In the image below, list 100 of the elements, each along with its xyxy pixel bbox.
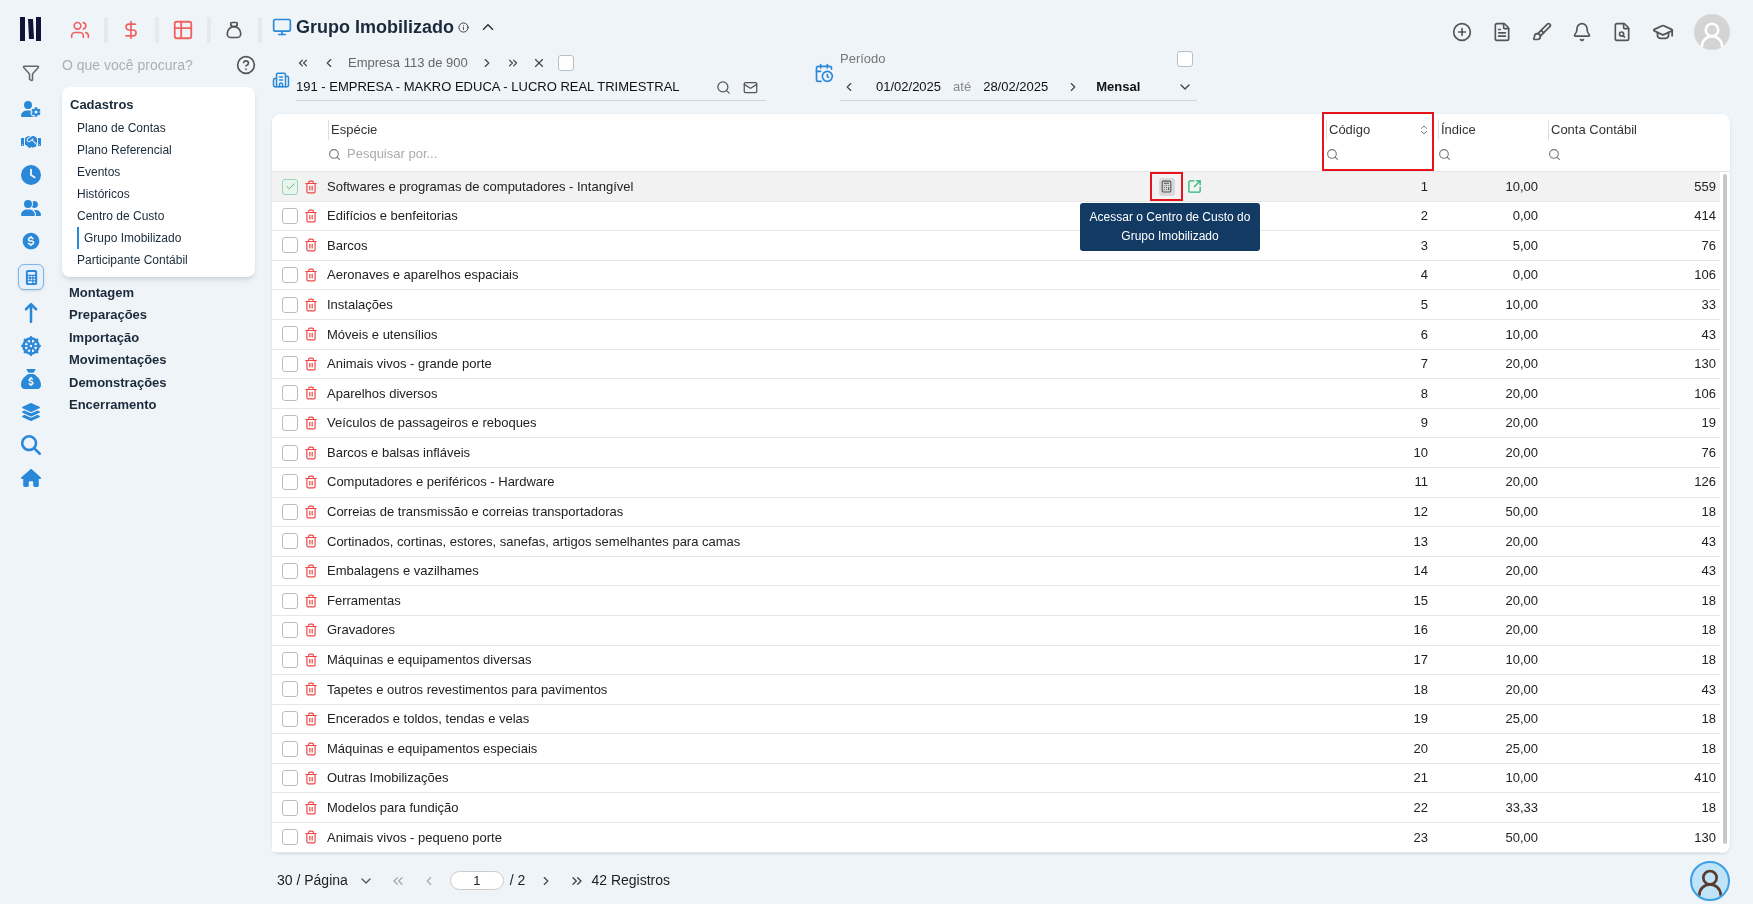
wheel-icon[interactable] — [21, 336, 41, 356]
column-header[interactable]: Espécie Pesquisar por... — [324, 114, 1322, 171]
row-checkbox[interactable] — [282, 711, 298, 727]
dollar-icon[interactable] — [21, 231, 41, 251]
menu-item[interactable]: Centro de Custo — [77, 205, 255, 227]
delete-icon[interactable] — [304, 800, 318, 815]
row-checkbox[interactable] — [282, 592, 298, 609]
search-icon[interactable] — [1326, 147, 1339, 161]
frequency-select[interactable]: Mensal — [1096, 77, 1141, 97]
add-icon[interactable] — [1452, 22, 1472, 42]
info-icon[interactable] — [458, 21, 469, 33]
period-checkbox[interactable] — [1177, 51, 1193, 67]
row-checkbox[interactable] — [282, 681, 298, 698]
delete-icon[interactable] — [304, 504, 318, 519]
brush-icon[interactable] — [1532, 22, 1552, 42]
table-row[interactable]: Modelos para fundição 22 33,33 18 — [272, 793, 1720, 824]
menu-group[interactable]: Importação — [62, 326, 262, 349]
column-search-field[interactable]: Pesquisar por... — [347, 144, 647, 164]
menu-item[interactable]: Grupo Imobilizado — [77, 227, 255, 249]
menu-group[interactable]: Demonstrações — [62, 371, 262, 394]
row-checkbox[interactable] — [282, 385, 298, 402]
table-row[interactable]: Barcos e balsas infláveis 10 20,00 76 — [272, 438, 1720, 468]
company-checkbox[interactable] — [557, 55, 574, 71]
assistant-avatar[interactable] — [1690, 860, 1730, 901]
row-checkbox[interactable] — [282, 770, 298, 787]
row-checkbox[interactable] — [282, 237, 298, 254]
menu-item[interactable]: Plano Referencial — [77, 139, 255, 161]
row-checkbox[interactable] — [282, 503, 298, 520]
column-header[interactable]: Índice — [1434, 114, 1544, 171]
document-icon[interactable] — [1492, 22, 1512, 42]
table-row[interactable]: Animais vivos - pequeno porte 23 50,00 130 — [272, 823, 1720, 853]
delete-icon[interactable] — [304, 830, 318, 845]
delete-icon[interactable] — [304, 564, 318, 578]
table-row[interactable]: Instalações 5 10,00 33 — [272, 290, 1720, 320]
menu-group[interactable]: Movimentações — [62, 348, 262, 371]
row-checkbox[interactable] — [282, 829, 298, 846]
table-row[interactable]: Computadores e periféricos - Hardware 11 20,00 126 — [272, 467, 1720, 498]
delete-icon[interactable] — [304, 179, 318, 194]
mail-icon[interactable] — [743, 79, 758, 95]
money-bag-icon[interactable] — [21, 369, 41, 389]
delete-icon[interactable] — [304, 623, 318, 638]
delete-icon[interactable] — [304, 297, 318, 312]
page-field[interactable]: 1 — [449, 871, 504, 891]
row-checkbox[interactable] — [282, 415, 298, 432]
menu-item[interactable]: Eventos — [77, 161, 255, 183]
clock-icon[interactable] — [21, 165, 41, 185]
delete-icon[interactable] — [304, 593, 318, 608]
calculator-button[interactable] — [1150, 172, 1183, 201]
table-row[interactable]: Correias de transmissão e correias transportadoras 12 50,00 18 — [272, 497, 1720, 528]
search-icon[interactable] — [21, 435, 41, 455]
search-icon[interactable] — [328, 147, 341, 161]
delete-icon[interactable] — [304, 208, 318, 223]
users-icon[interactable] — [21, 198, 41, 218]
table-row[interactable]: Gravadores 16 20,00 18 — [272, 615, 1720, 646]
menu-item[interactable]: Históricos — [77, 183, 255, 205]
delete-icon[interactable] — [304, 238, 318, 253]
table-row[interactable]: Móveis e utensílios 6 10,00 43 — [272, 319, 1720, 350]
delete-icon[interactable] — [304, 356, 318, 371]
row-checkbox[interactable] — [282, 563, 298, 579]
row-checkbox[interactable] — [282, 355, 298, 372]
column-header[interactable]: Código — [1322, 112, 1434, 171]
column-header[interactable]: Conta Contábil — [1544, 114, 1720, 171]
delete-icon[interactable] — [304, 534, 318, 549]
row-checkbox[interactable] — [282, 178, 298, 195]
row-checkbox[interactable] — [282, 799, 298, 816]
end-date[interactable]: 28/02/2025 — [983, 77, 1049, 97]
delete-icon[interactable] — [304, 386, 318, 401]
row-checkbox[interactable] — [282, 474, 298, 491]
table-row[interactable]: Aparelhos diversos 8 20,00 106 — [272, 379, 1720, 409]
table-row[interactable]: Máquinas e equipamentos especiais 20 25,00 18 — [272, 734, 1720, 764]
file-search-icon[interactable] — [1612, 22, 1632, 42]
search-field[interactable]: O que você procura? — [62, 54, 222, 76]
logo-icon[interactable] — [19, 16, 43, 42]
row-checkbox[interactable] — [282, 326, 298, 343]
row-checkbox[interactable] — [282, 267, 298, 284]
menu-group[interactable]: Montagem — [62, 281, 262, 304]
filter-icon[interactable] — [22, 64, 40, 82]
delete-icon[interactable] — [304, 652, 318, 667]
table-row[interactable]: Encerados e toldos, tendas e velas 19 25,00 18 — [272, 704, 1720, 735]
first-icon[interactable] — [296, 56, 310, 70]
row-checkbox[interactable] — [282, 296, 298, 313]
row-checkbox[interactable] — [282, 533, 298, 550]
menu-group[interactable]: Cadastros — [70, 93, 255, 117]
search-icon[interactable] — [1438, 147, 1451, 161]
table-row[interactable]: Animais vivos - grande porte 7 20,00 130 — [272, 349, 1720, 380]
menu-group[interactable]: Preparações — [62, 303, 262, 326]
table-row[interactable]: Veículos de passageiros e reboques 9 20,00 19 — [272, 408, 1720, 439]
table-row[interactable]: Máquinas e equipamentos diversas 17 10,00 18 — [272, 645, 1720, 676]
delete-icon[interactable] — [304, 741, 318, 756]
search-icon[interactable] — [1548, 147, 1561, 161]
sort-icon[interactable] — [1418, 124, 1430, 136]
row-checkbox[interactable] — [282, 207, 298, 224]
start-date[interactable]: 01/02/2025 — [876, 77, 942, 97]
table-row[interactable]: Aeronaves e aparelhos espaciais 4 0,00 106 — [272, 260, 1720, 291]
home-icon[interactable] — [21, 468, 41, 488]
row-checkbox[interactable] — [282, 444, 298, 461]
table-row[interactable]: Cortinados, cortinas, estores, sanefas, artigos semelhantes para camas 13 20,00 43 — [272, 527, 1720, 557]
table-row[interactable]: Outras Imobilizações 21 10,00 410 — [272, 763, 1720, 794]
row-checkbox[interactable] — [282, 651, 298, 668]
delete-icon[interactable] — [304, 712, 318, 726]
